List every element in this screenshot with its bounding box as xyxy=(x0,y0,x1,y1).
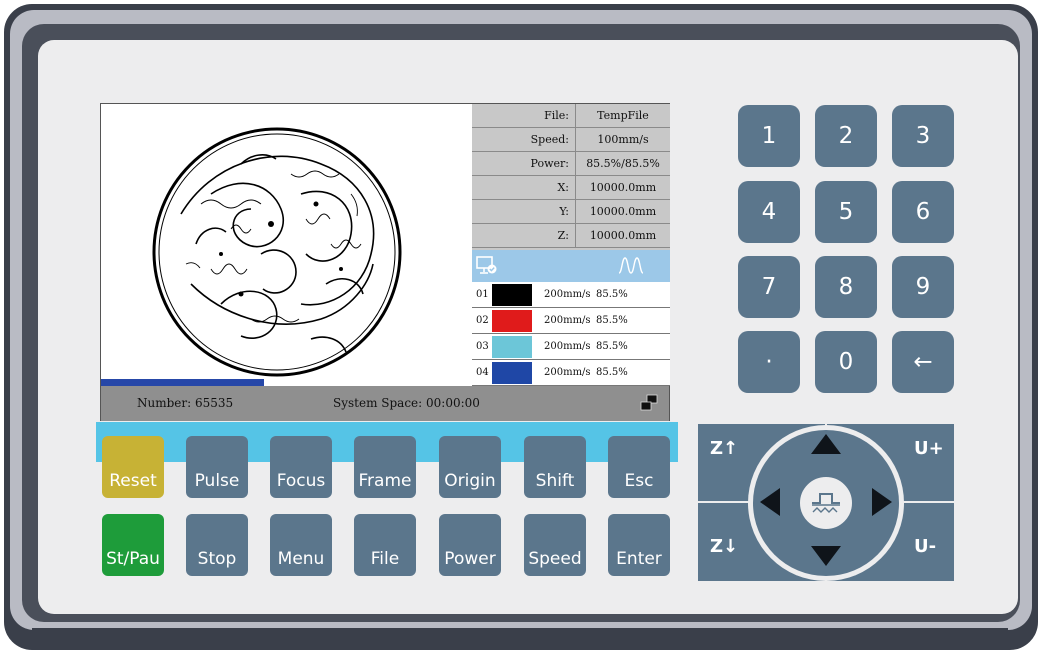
layer-row[interactable]: 03 200mm/s 85.5% xyxy=(472,334,670,360)
numpad-key-3[interactable]: 3 xyxy=(892,105,954,167)
layer-row[interactable]: 01 200mm/s 85.5% xyxy=(472,282,670,308)
parameter-table: File: TempFile Speed: 100mm/s Power: 85.… xyxy=(472,104,670,250)
z-down-button[interactable]: Z↓ xyxy=(710,536,738,557)
numpad-key-5[interactable]: 5 xyxy=(815,181,877,243)
param-value: 10000.0mm xyxy=(589,181,657,194)
arrow-up-button[interactable] xyxy=(811,434,841,454)
param-value: 100mm/s xyxy=(597,133,649,146)
pulse-button[interactable]: Pulse xyxy=(186,436,248,498)
power-button[interactable]: Power xyxy=(439,514,501,576)
layer-number: 03 xyxy=(476,341,489,352)
param-value: 10000.0mm xyxy=(589,205,657,218)
reset-button[interactable]: Reset xyxy=(102,436,164,498)
layer-power: 85.5% xyxy=(596,341,628,352)
numpad-key-7[interactable]: 7 xyxy=(738,256,800,318)
file-button[interactable]: File xyxy=(354,514,416,576)
layer-number: 02 xyxy=(476,315,489,326)
layer-number: 04 xyxy=(476,367,489,378)
param-value: TempFile xyxy=(597,109,649,122)
layer-speed: 200mm/s xyxy=(544,367,591,378)
param-label: Y: xyxy=(472,200,576,223)
layer-speed: 200mm/s xyxy=(544,315,591,326)
numpad-key-0[interactable]: 0 xyxy=(815,331,877,393)
status-number: Number: 65535 xyxy=(137,396,234,410)
param-label: Speed: xyxy=(472,128,576,151)
monitor-check-icon xyxy=(476,256,497,274)
param-label: X: xyxy=(472,176,576,199)
layer-speed: 200mm/s xyxy=(544,289,591,300)
param-label: Z: xyxy=(472,224,576,247)
layer-power: 85.5% xyxy=(596,289,628,300)
numpad-key-dot[interactable]: · xyxy=(738,331,800,393)
param-row-speed: Speed: 100mm/s xyxy=(472,128,670,152)
esc-button[interactable]: Esc xyxy=(608,436,670,498)
layer-power: 85.5% xyxy=(596,315,628,326)
layer-list-header xyxy=(472,250,670,282)
numpad-key-1[interactable]: 1 xyxy=(738,105,800,167)
dragon-phoenix-artwork-icon xyxy=(152,127,402,377)
param-label: Power: xyxy=(472,152,576,175)
numpad-key-backspace[interactable]: ← xyxy=(892,331,954,393)
waveform-icon xyxy=(618,257,644,274)
speed-button[interactable]: Speed xyxy=(524,514,586,576)
origin-button[interactable]: Origin xyxy=(439,436,501,498)
numpad-key-8[interactable]: 8 xyxy=(815,256,877,318)
enter-button[interactable]: Enter xyxy=(608,514,670,576)
lcd-screen: File: TempFile Speed: 100mm/s Power: 85.… xyxy=(100,103,670,421)
arrow-right-button[interactable] xyxy=(872,488,892,516)
layer-color-swatch xyxy=(492,310,532,332)
layer-color-swatch xyxy=(492,336,532,358)
param-label: File: xyxy=(472,104,576,127)
progress-bar-fill xyxy=(101,379,264,386)
numpad-key-6[interactable]: 6 xyxy=(892,181,954,243)
status-system-space: System Space: 00:00:00 xyxy=(333,396,480,410)
stop-button[interactable]: Stop xyxy=(186,514,248,576)
u-minus-button[interactable]: U- xyxy=(914,536,936,557)
laser-pulse-icon xyxy=(812,493,840,513)
param-row-power: Power: 85.5%/85.5% xyxy=(472,152,670,176)
layer-number: 01 xyxy=(476,289,489,300)
param-row-file: File: TempFile xyxy=(472,104,670,128)
numpad-key-4[interactable]: 4 xyxy=(738,181,800,243)
param-row-z: Z: 10000.0mm xyxy=(472,224,670,248)
param-row-x: X: 10000.0mm xyxy=(472,176,670,200)
network-icon xyxy=(640,394,658,411)
layer-power: 85.5% xyxy=(596,367,628,378)
status-bar: Number: 65535 System Space: 00:00:00 xyxy=(101,386,669,421)
menu-button[interactable]: Menu xyxy=(270,514,332,576)
laser-pulse-button[interactable] xyxy=(798,475,854,531)
layer-color-swatch xyxy=(492,284,532,306)
controller-base xyxy=(32,628,1008,650)
u-plus-button[interactable]: U+ xyxy=(914,438,944,459)
numpad-key-9[interactable]: 9 xyxy=(892,256,954,318)
z-up-button[interactable]: Z↑ xyxy=(710,438,738,459)
param-value: 85.5%/85.5% xyxy=(586,157,660,170)
focus-button[interactable]: Focus xyxy=(270,436,332,498)
shift-button[interactable]: Shift xyxy=(524,436,586,498)
layer-speed: 200mm/s xyxy=(544,341,591,352)
layer-row[interactable]: 02 200mm/s 85.5% xyxy=(472,308,670,334)
engraving-preview xyxy=(101,104,471,386)
layer-color-swatch xyxy=(492,362,532,384)
param-value: 10000.0mm xyxy=(589,229,657,242)
arrow-left-button[interactable] xyxy=(760,488,780,516)
numpad-key-2[interactable]: 2 xyxy=(815,105,877,167)
direction-pad: Z↑ Z↓ U+ U- xyxy=(698,424,954,581)
start-pause-button[interactable]: St/Pau xyxy=(102,514,164,576)
frame-button[interactable]: Frame xyxy=(354,436,416,498)
arrow-down-button[interactable] xyxy=(811,546,841,566)
layer-row[interactable]: 04 200mm/s 85.5% xyxy=(472,360,670,386)
param-row-y: Y: 10000.0mm xyxy=(472,200,670,224)
progress-bar xyxy=(101,379,471,386)
